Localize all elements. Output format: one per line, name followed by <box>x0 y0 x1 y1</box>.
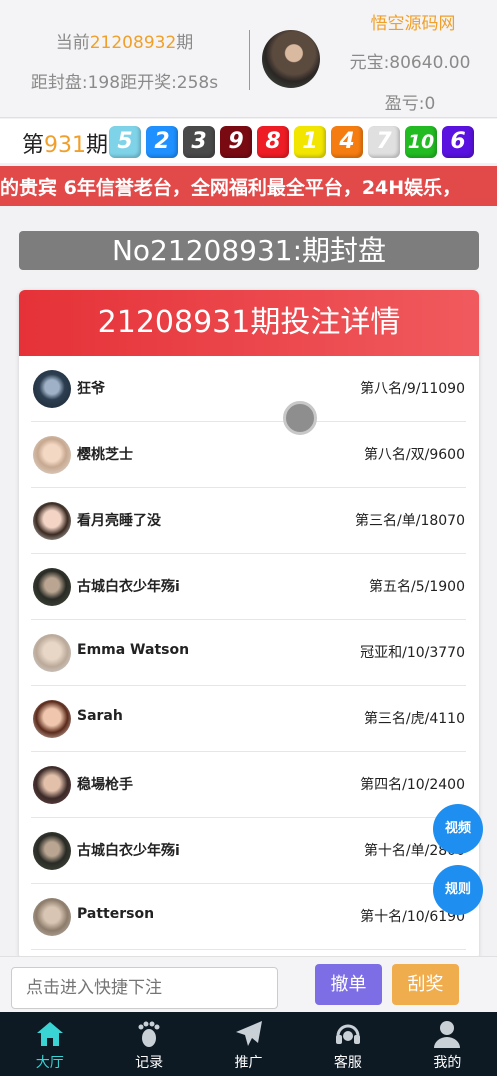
bet-details-card: 21208931期投注详情 狂爷 第八名/9/11090 樱桃芝士 第八名/双/960… <box>19 290 479 960</box>
bet-detail: 第三名/单/18070 <box>355 513 465 529</box>
draw-ball: 7 <box>368 126 400 158</box>
bet-detail: 第八名/9/11090 <box>360 381 465 397</box>
bettor-avatar <box>33 502 71 540</box>
period-prefix: 当前 <box>55 33 90 53</box>
bet-detail: 第五名/5/1900 <box>369 579 465 595</box>
bettor-avatar <box>33 898 71 936</box>
announcement-text: 的贵宾 6年信誉老台，全网福利最全平台，24H娱乐， <box>0 177 462 199</box>
paper-plane-icon <box>235 1021 262 1046</box>
site-name: 悟空源码网 <box>370 14 456 34</box>
user-icon <box>434 1021 461 1048</box>
draw-ball: 2 <box>146 126 178 158</box>
bet-detail: 第三名/虎/4110 <box>363 711 465 727</box>
bettor-name: 狂爷 <box>77 381 105 397</box>
announcement-marquee: 的贵宾 6年信誉老台，全网福利最全平台，24H娱乐， <box>0 166 497 206</box>
video-button[interactable]: 视频 <box>433 804 483 854</box>
period-info: 当前21208932期 距封盘:198距开奖:258s <box>0 0 249 118</box>
draw-ball: 5 <box>109 126 141 158</box>
period-status: No21208931:期封盘 <box>19 231 479 270</box>
draw-ball: 8 <box>257 126 289 158</box>
draw-ball: 1 <box>294 126 326 158</box>
tab-promote-label: 推广 <box>234 1055 263 1071</box>
headset-icon <box>335 1024 360 1044</box>
bettor-name: Emma Watson <box>77 642 190 658</box>
quick-bet-input[interactable] <box>11 967 278 1009</box>
rules-button[interactable]: 规则 <box>433 865 483 915</box>
bet-details-title: 21208931期投注详情 <box>19 290 479 356</box>
bet-row: 狂爷 第八名/9/11090 <box>31 356 466 422</box>
bet-detail: 第四名/10/2400 <box>360 777 465 793</box>
bettor-name: Sarah <box>77 708 123 724</box>
user-avatar[interactable] <box>262 30 320 88</box>
period-suffix: 期 <box>176 33 194 53</box>
bet-row: Emma Watson 冠亚和/10/3770 <box>31 620 466 686</box>
bet-row: 樱桃芝士 第八名/双/9600 <box>31 422 466 488</box>
last-draw: 第931期 5 2 3 9 8 1 4 7 10 6 <box>0 119 497 163</box>
tab-mine-label: 我的 <box>433 1055 462 1071</box>
bottom-tab-bar: 大厅 记录 推广 客服 我的 <box>0 1012 497 1076</box>
bet-detail: 冠亚和/10/3770 <box>360 645 465 661</box>
period-number: 21208932 <box>89 33 177 53</box>
tab-promote[interactable]: 推广 <box>199 1012 298 1076</box>
bettor-avatar <box>33 568 71 606</box>
tab-mine[interactable]: 我的 <box>398 1012 497 1076</box>
draw-label: 第931期 <box>22 127 108 159</box>
bettor-name: Patterson <box>77 906 155 922</box>
bet-row: 稳場枪手 第四名/10/2400 <box>31 752 466 818</box>
bettor-name: 樱桃芝士 <box>77 447 133 463</box>
bet-row: Sarah 第三名/虎/4110 <box>31 686 466 752</box>
draw-prefix: 第 <box>22 133 45 158</box>
cancel-bet-button[interactable]: 撤单 <box>315 964 382 1005</box>
bettor-avatar <box>33 832 71 870</box>
draw-ball: 6 <box>442 126 474 158</box>
tab-records-label: 记录 <box>135 1055 164 1071</box>
bet-row: 古城白衣少年殇i 第十名/单/2800 <box>31 818 466 884</box>
bet-row: Patterson 第十名/10/6190 <box>31 884 466 950</box>
scratch-button[interactable]: 刮奖 <box>392 964 459 1005</box>
draw-ball: 10 <box>405 126 437 158</box>
draw-suffix: 期 <box>86 133 109 158</box>
bet-detail: 第八名/双/9600 <box>363 447 465 463</box>
bettor-avatar <box>33 700 71 738</box>
bettor-avatar <box>33 634 71 672</box>
draw-balls: 5 2 3 9 8 1 4 7 10 6 <box>109 126 474 158</box>
bettor-name: 稳場枪手 <box>77 777 133 793</box>
tab-service[interactable]: 客服 <box>298 1012 397 1076</box>
draw-number: 931 <box>44 133 87 158</box>
divider <box>249 30 250 90</box>
bettor-avatar <box>33 766 71 804</box>
tab-hall[interactable]: 大厅 <box>0 1012 99 1076</box>
bet-row: 看月亮睡了没 第三名/单/18070 <box>31 488 466 554</box>
profit: 盈亏:0 <box>384 94 436 114</box>
bettor-name: 看月亮睡了没 <box>77 513 161 529</box>
tab-service-label: 客服 <box>333 1055 362 1071</box>
draw-ball: 4 <box>331 126 363 158</box>
touch-indicator <box>283 401 317 435</box>
bettor-name: 古城白衣少年殇i <box>77 579 180 595</box>
tab-records[interactable]: 记录 <box>99 1012 198 1076</box>
bettor-avatar <box>33 436 71 474</box>
home-icon <box>36 1022 63 1046</box>
draw-ball: 3 <box>183 126 215 158</box>
balance: 元宝:80640.00 <box>349 53 471 73</box>
bettor-avatar <box>33 370 71 408</box>
header: 当前21208932期 距封盘:198距开奖:258s 悟空源码网 元宝:806… <box>0 0 497 118</box>
quick-bet-bar: 撤单 刮奖 <box>0 956 497 1012</box>
bettor-name: 古城白衣少年殇i <box>77 843 180 859</box>
bet-row: 古城白衣少年殇i 第五名/5/1900 <box>31 554 466 620</box>
current-period: 当前21208932期 <box>0 28 249 53</box>
draw-ball: 9 <box>220 126 252 158</box>
footprint-icon <box>138 1021 160 1047</box>
countdown: 距封盘:198距开奖:258s <box>30 73 219 93</box>
tab-hall-label: 大厅 <box>35 1055 64 1071</box>
